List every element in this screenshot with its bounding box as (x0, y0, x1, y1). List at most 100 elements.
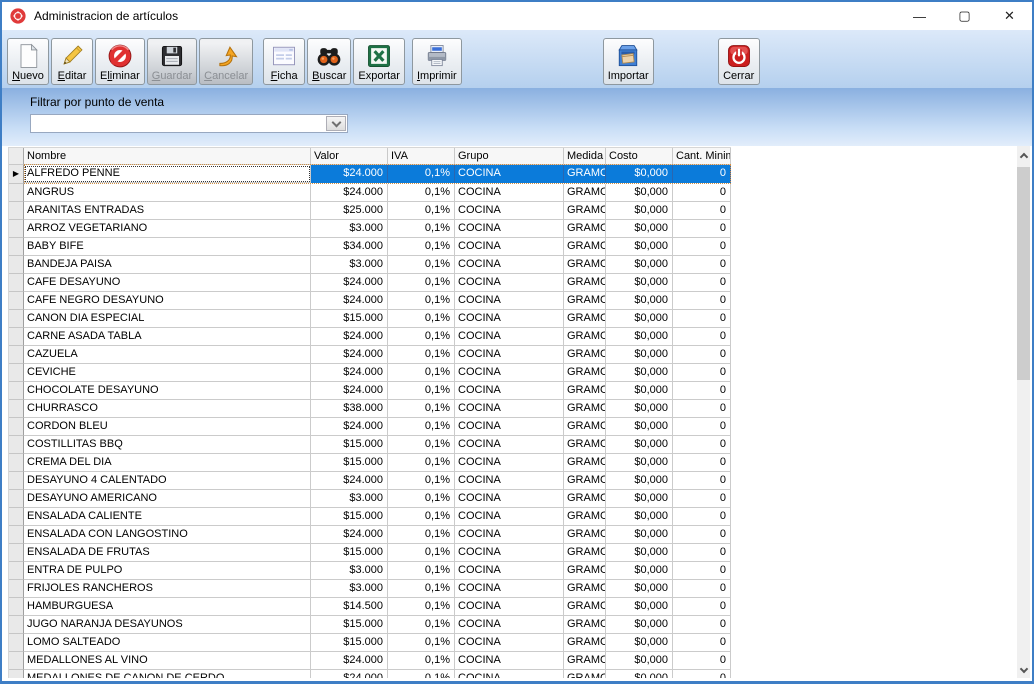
cell-costo[interactable]: $0,000 (606, 346, 673, 364)
minimize-button[interactable]: — (897, 2, 942, 30)
combobox-dropdown-button[interactable] (326, 116, 346, 131)
cell-medida[interactable]: GRAMC (564, 310, 606, 328)
cell-medida[interactable]: GRAMC (564, 616, 606, 634)
cell-nombre[interactable]: CANON DIA ESPECIAL (24, 310, 311, 328)
cell-costo[interactable]: $0,000 (606, 634, 673, 652)
cell-nombre[interactable]: CAFE DESAYUNO (24, 274, 311, 292)
row-selector-cell[interactable] (9, 400, 24, 418)
cell-costo[interactable]: $0,000 (606, 598, 673, 616)
cell-valor[interactable]: $3.000 (311, 256, 388, 274)
cell-valor[interactable]: $24.000 (311, 364, 388, 382)
cell-cant_minima[interactable]: 0 (673, 292, 731, 310)
cell-valor[interactable]: $15.000 (311, 634, 388, 652)
row-selector-cell[interactable] (9, 202, 24, 220)
cell-cant_minima[interactable]: 0 (673, 634, 731, 652)
cell-iva[interactable]: 0,1% (388, 634, 455, 652)
cell-cant_minima[interactable]: 0 (673, 454, 731, 472)
cell-medida[interactable]: GRAMC (564, 202, 606, 220)
cell-cant_minima[interactable]: 0 (673, 202, 731, 220)
cell-medida[interactable]: GRAMC (564, 238, 606, 256)
cell-valor[interactable]: $3.000 (311, 580, 388, 598)
toolbar-button-imprimir[interactable]: Imprimir (412, 38, 462, 85)
cell-costo[interactable]: $0,000 (606, 652, 673, 670)
cell-valor[interactable]: $24.000 (311, 526, 388, 544)
cell-grupo[interactable]: COCINA (455, 544, 564, 562)
cell-costo[interactable]: $0,000 (606, 256, 673, 274)
cell-medida[interactable]: GRAMC (564, 634, 606, 652)
cell-costo[interactable]: $0,000 (606, 310, 673, 328)
cell-costo[interactable]: $0,000 (606, 238, 673, 256)
cell-costo[interactable]: $0,000 (606, 490, 673, 508)
cell-nombre[interactable]: BABY BIFE (24, 238, 311, 256)
cell-iva[interactable]: 0,1% (388, 580, 455, 598)
point-of-sale-combobox[interactable] (30, 114, 348, 133)
cell-cant_minima[interactable]: 0 (673, 400, 731, 418)
cell-costo[interactable]: $0,000 (606, 562, 673, 580)
cell-iva[interactable]: 0,1% (388, 400, 455, 418)
row-selector-cell[interactable] (9, 184, 24, 202)
toolbar-button-nuevo[interactable]: Nuevo (7, 38, 49, 85)
cell-valor[interactable]: $15.000 (311, 544, 388, 562)
cell-medida[interactable]: GRAMC (564, 526, 606, 544)
row-selector-cell[interactable] (9, 526, 24, 544)
toolbar-button-editar[interactable]: Editar (51, 38, 93, 85)
cell-cant_minima[interactable]: 0 (673, 580, 731, 598)
cell-valor[interactable]: $14.500 (311, 598, 388, 616)
cell-iva[interactable]: 0,1% (388, 382, 455, 400)
cell-medida[interactable]: GRAMC (564, 562, 606, 580)
cell-iva[interactable]: 0,1% (388, 526, 455, 544)
cell-grupo[interactable]: COCINA (455, 436, 564, 454)
cell-costo[interactable]: $0,000 (606, 382, 673, 400)
cell-iva[interactable]: 0,1% (388, 346, 455, 364)
cell-iva[interactable]: 0,1% (388, 490, 455, 508)
cell-valor[interactable]: $24.000 (311, 328, 388, 346)
cell-iva[interactable]: 0,1% (388, 598, 455, 616)
cell-grupo[interactable]: COCINA (455, 292, 564, 310)
cell-grupo[interactable]: COCINA (455, 472, 564, 490)
cell-nombre[interactable]: JUGO NARANJA DESAYUNOS (24, 616, 311, 634)
row-selector-cell[interactable] (9, 490, 24, 508)
vertical-scrollbar[interactable] (1017, 146, 1030, 678)
row-selector-cell[interactable] (9, 670, 24, 678)
cell-iva[interactable]: 0,1% (388, 562, 455, 580)
column-header-nombre[interactable]: Nombre (24, 148, 311, 165)
cell-grupo[interactable]: COCINA (455, 220, 564, 238)
cell-grupo[interactable]: COCINA (455, 580, 564, 598)
cell-nombre[interactable]: ENSALADA CALIENTE (24, 508, 311, 526)
cell-cant_minima[interactable]: 0 (673, 670, 731, 678)
cell-cant_minima[interactable]: 0 (673, 508, 731, 526)
cell-medida[interactable]: GRAMC (564, 544, 606, 562)
cell-valor[interactable]: $15.000 (311, 436, 388, 454)
cell-cant_minima[interactable]: 0 (673, 184, 731, 202)
cell-costo[interactable]: $0,000 (606, 202, 673, 220)
row-selector-cell[interactable] (9, 256, 24, 274)
maximize-button[interactable]: ▢ (942, 2, 987, 30)
scroll-up-button[interactable] (1017, 147, 1030, 163)
cell-grupo[interactable]: COCINA (455, 382, 564, 400)
cell-cant_minima[interactable]: 0 (673, 165, 731, 183)
row-selector-cell[interactable] (9, 454, 24, 472)
cell-grupo[interactable]: COCINA (455, 184, 564, 202)
cell-iva[interactable]: 0,1% (388, 544, 455, 562)
column-header-iva[interactable]: IVA (388, 148, 455, 165)
cell-grupo[interactable]: COCINA (455, 562, 564, 580)
cell-costo[interactable]: $0,000 (606, 436, 673, 454)
cell-costo[interactable]: $0,000 (606, 220, 673, 238)
cell-valor[interactable]: $24.000 (311, 652, 388, 670)
cell-cant_minima[interactable]: 0 (673, 238, 731, 256)
cell-grupo[interactable]: COCINA (455, 454, 564, 472)
cell-valor[interactable]: $15.000 (311, 508, 388, 526)
cell-grupo[interactable]: COCINA (455, 400, 564, 418)
cell-valor[interactable]: $3.000 (311, 220, 388, 238)
cell-nombre[interactable]: ENTRA DE PULPO (24, 562, 311, 580)
current-row-indicator[interactable]: ▶ (9, 165, 24, 184)
cell-medida[interactable]: GRAMC (564, 274, 606, 292)
row-selector-cell[interactable] (9, 436, 24, 454)
row-selector-cell[interactable] (9, 598, 24, 616)
cell-nombre[interactable]: ARROZ VEGETARIANO (24, 220, 311, 238)
cell-nombre[interactable]: CAZUELA (24, 346, 311, 364)
cell-iva[interactable]: 0,1% (388, 454, 455, 472)
cell-valor[interactable]: $3.000 (311, 562, 388, 580)
column-header-medida[interactable]: Medida (564, 148, 606, 165)
cell-medida[interactable]: GRAMC (564, 490, 606, 508)
